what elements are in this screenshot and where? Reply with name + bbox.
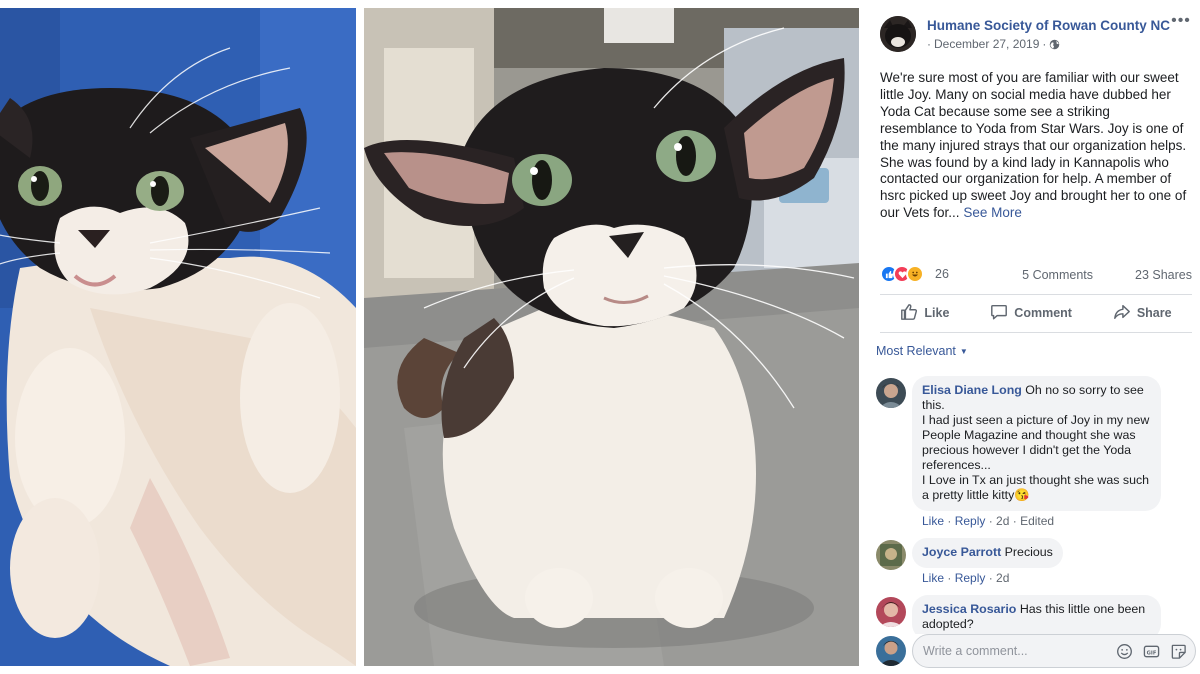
commenter-avatar[interactable] [876,378,906,408]
cat-photo-right[interactable] [364,8,859,666]
comment-text: I had just seen a picture of Joy in my n… [922,413,1150,472]
comment-time[interactable]: 2d [996,571,1009,585]
like-button[interactable]: Like [900,303,949,324]
commenter-avatar[interactable] [876,597,906,627]
cat-photo-left[interactable] [0,8,356,666]
commenter-name[interactable]: Joyce Parrott [922,545,1001,559]
thumbs-up-icon [900,303,918,324]
post-photos[interactable] [0,0,866,674]
divider [880,332,1192,333]
share-button[interactable]: Share [1113,303,1172,324]
comment-bubble: Elisa Diane Long Oh no so sorry to see t… [912,376,1161,511]
sticker-icon[interactable] [1170,643,1187,660]
like-label: Like [924,306,950,320]
gif-icon[interactable]: GIF [1143,643,1160,660]
comment-composer: GIF [876,634,1198,674]
comments-count-link[interactable]: 5 Comments [1022,268,1093,282]
user-avatar[interactable] [876,636,906,666]
comment-box[interactable]: GIF [912,634,1196,668]
post-header: Humane Society of Rowan County NC ••• · … [880,13,1192,54]
post-text: We're sure most of you are familiar with… [880,70,1187,221]
post-body: We're sure most of you are familiar with… [880,70,1190,222]
globe-icon [1049,39,1060,50]
haha-reaction-icon [906,265,924,283]
comment-reply-link[interactable]: Reply [955,571,986,585]
comment-bubble: Joyce Parrott Precious [912,538,1063,568]
comment-edited-label: Edited [1020,514,1055,528]
reaction-icons[interactable] [880,265,924,283]
post-side-panel: Humane Society of Rowan County NC ••• · … [866,0,1200,674]
comment-reply-link[interactable]: Reply [955,514,986,528]
comment-text: I Love in Tx an just thought she was suc… [922,473,1150,502]
post-date[interactable]: December 27, 2019 [934,37,1039,51]
comment-input[interactable] [923,644,1103,658]
commenter-name[interactable]: Jessica Rosario [922,602,1016,616]
reaction-count[interactable]: 26 [935,267,949,281]
commenter-name[interactable]: Elisa Diane Long [922,383,1022,397]
comment-like-link[interactable]: Like [922,571,944,585]
comment-actions: Like · Reply · 2d · Edited [922,514,1055,528]
meta-separator: · [927,37,931,51]
composer-icons: GIF [1116,643,1187,660]
post-meta: · December 27, 2019 · [927,37,1060,51]
see-more-link[interactable]: See More [963,205,1022,220]
meta-separator: · [1042,37,1047,51]
more-options-icon[interactable]: ••• [1170,13,1192,32]
emoji-icon[interactable] [1116,643,1133,660]
divider [880,294,1192,295]
comment-text: Precious [1004,545,1053,559]
share-arrow-icon [1113,303,1131,324]
comment-button[interactable]: Comment [990,303,1072,324]
comment-label: Comment [1014,306,1072,320]
comment-time[interactable]: 2d [996,514,1009,528]
post-actions: Like Comment Share [880,296,1192,330]
page-name-link[interactable]: Humane Society of Rowan County NC [927,18,1170,33]
page-avatar[interactable] [880,16,916,52]
caret-down-icon: ▼ [959,346,968,356]
shares-count-link[interactable]: 23 Shares [1135,268,1192,282]
reaction-bar: 26 5 Comments 23 Shares [880,265,1192,285]
comment-sort-dropdown[interactable]: Most Relevant ▼ [876,344,968,358]
comment-like-link[interactable]: Like [922,514,944,528]
sort-label: Most Relevant [876,344,956,358]
commenter-avatar[interactable] [876,540,906,570]
svg-text:GIF: GIF [1147,650,1157,656]
comment-bubble-icon [990,303,1008,324]
comment-actions: Like · Reply · 2d [922,571,1010,585]
share-label: Share [1136,306,1172,320]
